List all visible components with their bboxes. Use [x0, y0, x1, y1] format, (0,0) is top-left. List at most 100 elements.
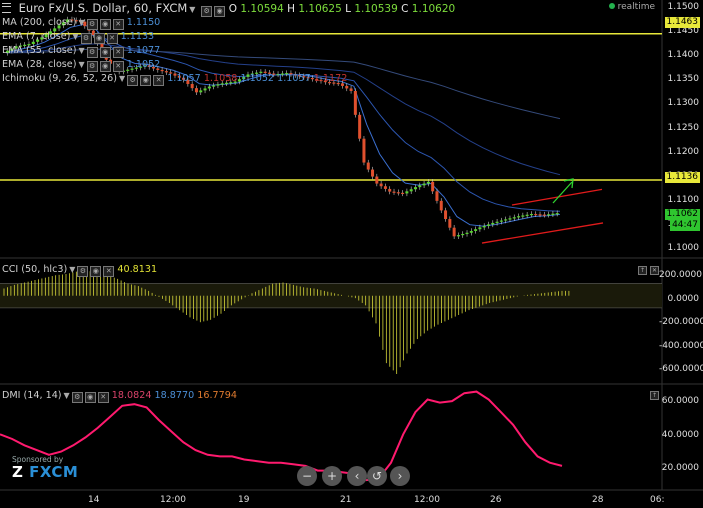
- candle-body: [547, 214, 551, 216]
- ohlc-readout: O 1.10594 H 1.10625 L 1.10539 C 1.10620: [229, 3, 455, 15]
- candle-body: [469, 230, 473, 233]
- candle-body: [465, 232, 469, 234]
- candle-body: [435, 191, 439, 201]
- close-icon[interactable]: ✕: [97, 392, 109, 403]
- candle-body: [345, 85, 349, 89]
- close-icon[interactable]: ✕: [112, 61, 124, 72]
- chart-header: Euro Fx/U.S. Dollar, 60, FXCM ▼ ⚙ ◉ O 1.10…: [0, 0, 455, 17]
- candle-body: [405, 191, 409, 194]
- pane-maximize-icon[interactable]: ↑: [650, 391, 659, 400]
- settings-icon[interactable]: ⚙: [127, 75, 139, 86]
- candle-body: [456, 235, 460, 237]
- candle-body: [448, 219, 452, 228]
- candle-body: [461, 233, 465, 236]
- hide-icon[interactable]: ◉: [140, 75, 152, 86]
- ma-value: 1.1150: [126, 17, 161, 28]
- settings-icon[interactable]: ⚙: [77, 266, 89, 277]
- settings-icon[interactable]: ⚙: [86, 61, 98, 72]
- time-tick-label: 12:00: [414, 495, 440, 505]
- ma-indicator-legend[interactable]: MA (200, close) ▼ ⚙ ◉ ✕ 1.1150: [2, 17, 160, 30]
- ema7-indicator-legend[interactable]: EMA (7, close) ▼ ⚙ ◉ ✕ 1.1133: [2, 31, 154, 44]
- dmi-value-1: 18.0824: [111, 390, 152, 401]
- candle-body: [401, 192, 405, 195]
- candle-body: [203, 88, 207, 91]
- symbol-dropdown-icon[interactable]: ▼: [189, 5, 195, 14]
- candle-body: [422, 183, 426, 186]
- close-icon[interactable]: ✕: [112, 47, 124, 58]
- high-value: 1.10625: [298, 3, 342, 15]
- reset-icon[interactable]: ↺: [367, 466, 387, 486]
- candle-body: [525, 214, 529, 216]
- chart-stage: Euro Fx/U.S. Dollar, 60, FXCM ▼ ⚙ ◉ O 1.10…: [0, 0, 703, 508]
- axis-tick-label: -400.0000: [659, 340, 703, 351]
- settings-icon[interactable]: ⚙: [80, 33, 92, 44]
- close-icon[interactable]: ✕: [103, 266, 115, 277]
- dmi-indicator-legend[interactable]: DMI (14, 14) ▼ ⚙ ◉ ✕ 18.0824 18.8770 16.7794: [2, 390, 237, 403]
- hide-icon[interactable]: ◉: [93, 33, 105, 44]
- price-tag-lower: 1.1136: [664, 172, 700, 183]
- symbol-title[interactable]: Euro Fx/U.S. Dollar, 60, FXCM: [19, 1, 188, 15]
- time-tick-label: 21: [340, 495, 352, 505]
- candle-body: [358, 114, 362, 139]
- ichimoku-value-5: 1.1172: [313, 73, 348, 84]
- ichimoku-indicator-legend[interactable]: Ichimoku (9, 26, 52, 26) ▼ ⚙ ◉ ✕ 1.1057 1.10…: [2, 73, 347, 86]
- zoom-out-icon[interactable]: −: [297, 466, 317, 486]
- ema55-value: 1.1077: [126, 45, 161, 56]
- pane-close-icon[interactable]: ✕: [650, 266, 659, 275]
- fxcm-logo[interactable]: Z FXCM: [12, 463, 78, 481]
- low-label: L: [345, 3, 351, 15]
- ema55-indicator-legend[interactable]: EMA (55, close) ▼ ⚙ ◉ ✕ 1.1077: [2, 45, 160, 58]
- candle-body: [160, 69, 164, 72]
- realtime-dot-icon: [608, 3, 615, 9]
- hide-icon[interactable]: ◉: [99, 19, 111, 30]
- ema28-indicator-legend[interactable]: EMA (28, close) ▼ ⚙ ◉ ✕ 1.1052: [2, 59, 160, 72]
- settings-icon[interactable]: ⚙: [201, 6, 213, 17]
- candle-body: [529, 213, 533, 216]
- close-value: 1.10620: [411, 3, 456, 15]
- hide-icon[interactable]: ◉: [90, 266, 102, 277]
- pane-maximize-icon[interactable]: ↑: [638, 266, 647, 275]
- open-label: O: [228, 3, 238, 15]
- hide-icon[interactable]: ◉: [214, 6, 226, 17]
- ichimoku-value-4: 1.1057: [277, 73, 311, 84]
- candle-body: [486, 224, 490, 226]
- scroll-left-icon[interactable]: ‹: [347, 466, 367, 486]
- hide-icon[interactable]: ◉: [99, 47, 111, 58]
- fxcm-z-icon: Z: [12, 463, 24, 481]
- candle-body: [534, 213, 538, 216]
- candle-body: [444, 210, 448, 220]
- zoom-in-icon[interactable]: +: [322, 466, 342, 486]
- hamburger-icon[interactable]: [2, 3, 11, 13]
- candle-body: [512, 217, 516, 219]
- close-icon[interactable]: ✕: [153, 75, 165, 86]
- settings-icon[interactable]: ⚙: [86, 47, 98, 58]
- candle-body: [379, 183, 383, 187]
- axis-tick-label: 1.1400: [667, 50, 700, 61]
- candle-body: [499, 220, 503, 222]
- hide-icon[interactable]: ◉: [99, 61, 111, 72]
- candle-body: [517, 216, 521, 218]
- scroll-right-icon[interactable]: ›: [390, 466, 410, 486]
- time-tick-label: 19: [238, 495, 250, 505]
- axis-tick-label: 1.1100: [667, 194, 700, 205]
- candle-body: [555, 213, 559, 215]
- candle-body: [392, 191, 396, 193]
- hide-icon[interactable]: ◉: [84, 392, 96, 403]
- axis-tick-label: -600.0000: [659, 364, 703, 374]
- close-icon[interactable]: ✕: [112, 19, 124, 30]
- axis-tick-label: 200.0000: [659, 270, 702, 280]
- time-tick-label: 26: [490, 495, 502, 505]
- axis-tick-label: 0.0000: [667, 293, 700, 304]
- cci-value: 40.8131: [117, 264, 158, 275]
- settings-icon[interactable]: ⚙: [71, 392, 83, 403]
- close-icon[interactable]: ✕: [106, 33, 118, 44]
- candle-body: [439, 200, 443, 211]
- candle-body: [413, 187, 417, 190]
- cci-indicator-legend[interactable]: CCI (50, hlc3) ▼ ⚙ ◉ ✕ 40.8131: [2, 264, 157, 277]
- candle-body: [349, 88, 353, 91]
- candle-body: [431, 181, 435, 192]
- time-tick-label: 06:: [650, 495, 665, 505]
- candle-body: [482, 225, 486, 228]
- settings-icon[interactable]: ⚙: [86, 19, 98, 30]
- candle-body: [495, 221, 499, 223]
